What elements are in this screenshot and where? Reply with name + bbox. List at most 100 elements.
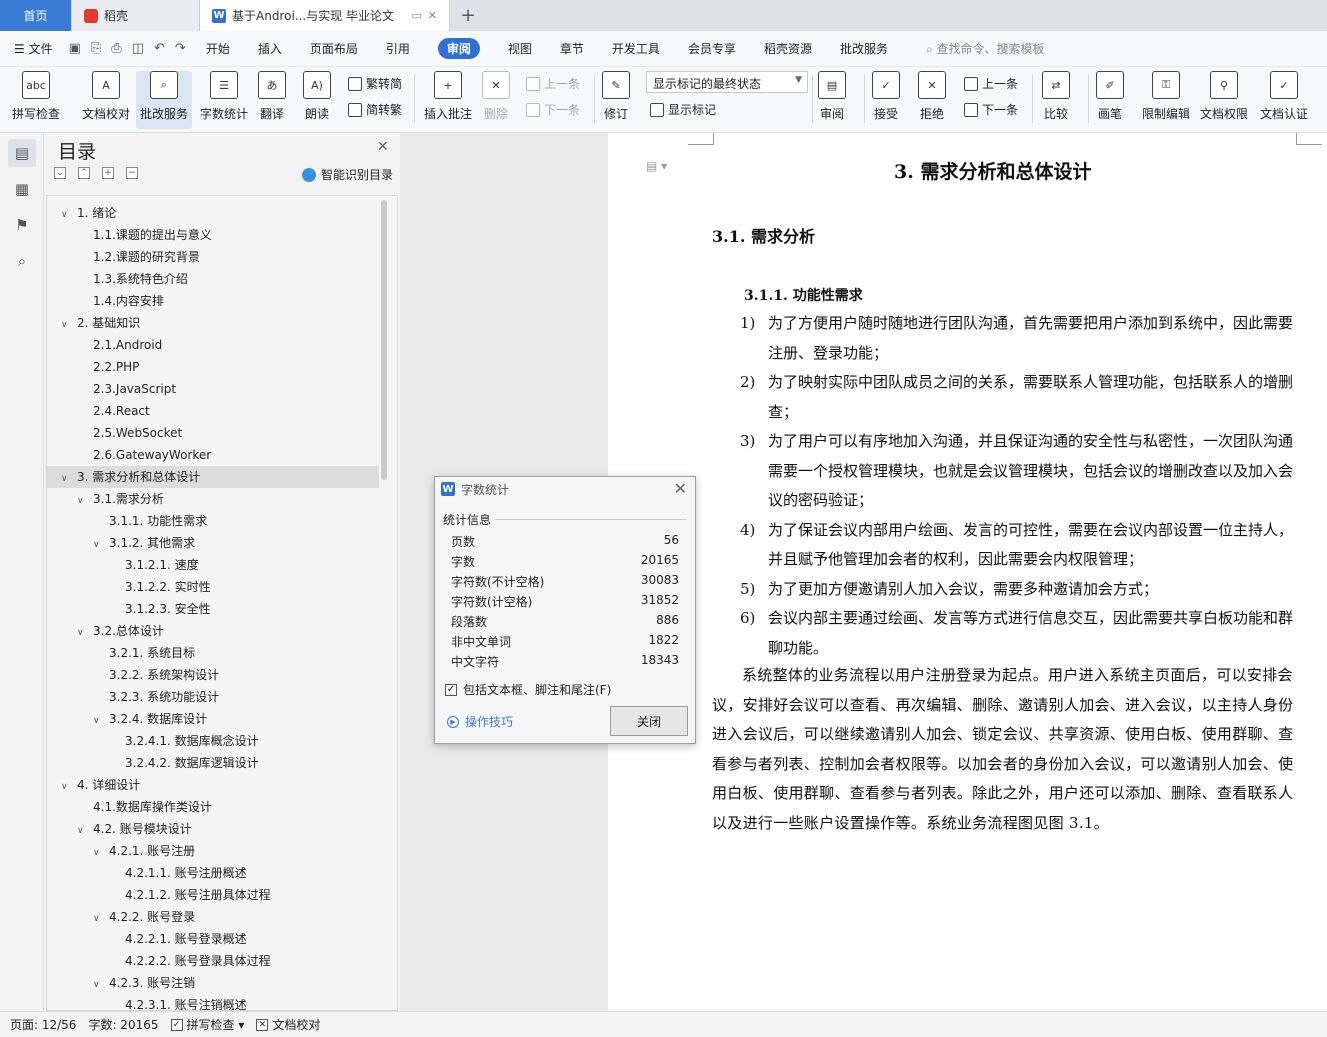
chevron-down-icon[interactable]: ∨ [61,204,73,226]
remove-heading-icon[interactable]: − [126,167,138,179]
toc-item[interactable]: ∨ 3.2.总体设计 [47,620,379,642]
preview-icon[interactable]: ◫ [132,41,144,56]
toc-item[interactable]: ∨ 4. 详细设计 [47,774,379,796]
menu-item-member[interactable]: 会员专享 [688,40,736,57]
toc-item[interactable]: 4.2.2.1. 账号登录概述 [47,928,379,950]
translate-button[interactable]: あ翻译 [258,71,286,122]
toc-item[interactable]: 1.1.课题的提出与意义 [47,224,379,246]
toc-item[interactable]: 3.2.1. 系统目标 [47,642,379,664]
menu-item-chapter[interactable]: 章节 [560,40,584,57]
chapter-panel-icon[interactable]: ▦ [8,175,36,203]
add-heading-icon[interactable]: + [102,167,114,179]
toc-item[interactable]: ∨ 4.2.2. 账号登录 [47,906,379,928]
doc-cert-button[interactable]: ✓ 文档认证 [1260,71,1308,122]
toc-item[interactable]: 3.1.1. 功能性需求 [47,510,379,532]
toc-item[interactable]: 2.2.PHP [47,356,379,378]
expand-all-icon[interactable]: ⌄ [54,167,66,179]
redo-icon[interactable]: ↷ [175,41,186,56]
chevron-down-icon[interactable]: ∨ [61,468,73,490]
chevron-down-icon[interactable]: ∨ [93,974,105,996]
compare-button[interactable]: ⇄ 比较 [1042,71,1070,122]
show-markup-button[interactable]: 显示标记 [650,101,716,118]
toc-item[interactable]: ∨ 4.2.3. 账号注销 [47,972,379,994]
restrict-edit-button[interactable]: ⚿ 限制编辑 [1142,71,1190,122]
dialog-titlebar[interactable]: W 字数统计 [435,477,695,501]
spell-check-button[interactable]: abc 拼写检查 [12,71,60,122]
menu-item-devtools[interactable]: 开发工具 [612,40,660,57]
search-icon[interactable]: ⌕ [8,247,36,275]
toc-item[interactable]: ∨ 3.1.2. 其他需求 [47,532,379,554]
tab-document[interactable]: W 基于Androi...与实现 毕业论文 ▭ ✕ [200,0,450,31]
save-icon[interactable]: ▣ [69,41,81,56]
toc-item[interactable]: 4.2.2.2. 账号登录具体过程 [47,950,379,972]
toc-item[interactable]: 4.2.1.1. 账号注册概述 [47,862,379,884]
new-tab-button[interactable]: + [450,0,486,31]
toc-item[interactable]: 3.2.4.2. 数据库逻辑设计 [47,752,379,774]
toc-item[interactable]: 4.2.1.2. 账号注册具体过程 [47,884,379,906]
toc-item[interactable]: ∨ 4.2.1. 账号注册 [47,840,379,862]
menu-file[interactable]: ☰ 文件 [14,40,53,57]
menu-item-view[interactable]: 视图 [508,40,532,57]
toc-item[interactable]: ∨ 3.2.4. 数据库设计 [47,708,379,730]
tab-home[interactable]: 首页 [0,0,72,31]
document-page[interactable]: ▤ ▾ 3. 需求分析和总体设计 3.1. 需求分析 3.1.1. 功能性需求 … [608,133,1327,1011]
toc-item[interactable]: ∨ 2. 基础知识 [47,312,379,334]
accept-button[interactable]: ✓ 接受 [872,71,900,122]
tab-close-icon[interactable]: ✕ [428,9,437,22]
chevron-down-icon[interactable]: ∨ [93,710,105,732]
chevron-down-icon[interactable]: ∨ [77,820,89,842]
delete-comment-button[interactable]: ✕ 删除 [482,71,510,122]
toc-item[interactable]: 3.2.4.1. 数据库概念设计 [47,730,379,752]
toc-panel-icon[interactable]: ▤ [8,139,36,167]
toc-item[interactable]: 4.2.3.1. 账号注销概述 [47,994,379,1010]
page-format-icon[interactable]: ▤ ▾ [646,159,667,173]
chevron-down-icon[interactable]: ∨ [93,842,105,864]
bookmark-icon[interactable]: ⚑ [8,211,36,239]
chevron-down-icon[interactable]: ∨ [93,908,105,930]
menu-item-review[interactable]: 审阅 [437,38,480,59]
menu-item-correct-service[interactable]: 批改服务 [840,40,888,57]
print-icon[interactable]: ⎙ [111,41,121,56]
reject-button[interactable]: ✕ 拒绝 [918,71,946,122]
status-page[interactable]: 页面: 12/56 [10,1016,76,1033]
read-aloud-button[interactable]: A) 朗读 [303,71,331,122]
dialog-close-icon[interactable]: ✕ [674,479,687,498]
menu-item-start[interactable]: 开始 [206,40,230,57]
toc-item[interactable]: 1.4.内容安排 [47,290,379,312]
toc-item[interactable]: ∨ 1. 绪论 [47,202,379,224]
toc-item[interactable]: 2.4.React [47,400,379,422]
status-words[interactable]: 字数: 20165 [88,1016,158,1033]
toc-item[interactable]: ∨ 4.2. 账号模块设计 [47,818,379,840]
review-pane-button[interactable]: ▤ 审阅 [818,71,846,122]
chevron-down-icon[interactable]: ∨ [77,622,89,644]
status-doc-proof[interactable]: ✕ 文档校对 [256,1016,320,1033]
toc-item[interactable]: 3.2.2. 系统架构设计 [47,664,379,686]
to-simplified-button[interactable]: 简转繁 [348,101,402,118]
chevron-down-icon[interactable]: ∨ [61,314,73,336]
close-icon[interactable]: ✕ [377,139,389,155]
doc-proof-button[interactable]: A 文档校对 [82,71,130,122]
markup-state-select[interactable]: 显示标记的最终状态 ▼ [646,71,808,93]
dialog-close-button[interactable]: 关闭 [610,706,688,736]
menu-item-layout[interactable]: 页面布局 [310,40,358,57]
status-spell-check[interactable]: ✓ 拼写检查 ▾ [170,1016,244,1033]
command-search[interactable]: ⌕ 查找命令、搜索模板 [926,40,1045,57]
toc-item[interactable]: 2.1.Android [47,334,379,356]
toc-item[interactable]: 3.1.2.3. 安全性 [47,598,379,620]
toc-item[interactable]: 4.1.数据库操作类设计 [47,796,379,818]
prev-change-button[interactable]: 上一条 [964,75,1018,92]
include-textbox-checkbox[interactable]: ✓ 包括文本框、脚注和尾注(F) [445,681,611,698]
correct-service-button[interactable]: ⌕ 批改服务 [136,71,193,129]
toc-item[interactable]: 3.1.2.1. 速度 [47,554,379,576]
track-changes-button[interactable]: ✎ 修订 [602,71,630,122]
to-traditional-button[interactable]: 繁转简 [348,75,402,92]
toc-item[interactable]: 1.2.课题的研究背景 [47,246,379,268]
smart-toc-button[interactable]: 智能识别目录 [302,166,393,183]
tips-link[interactable]: ▶ 操作技巧 [447,713,513,730]
doc-rights-button[interactable]: ⚲ 文档权限 [1200,71,1248,122]
toc-item[interactable]: 2.6.GatewayWorker [47,444,379,466]
chevron-down-icon[interactable]: ∨ [93,534,105,556]
export-icon[interactable]: ⎘ [91,41,101,56]
toc-item[interactable]: ∨ 3. 需求分析和总体设计 [47,466,379,488]
prev-comment-button[interactable]: 上一条 [526,75,580,92]
